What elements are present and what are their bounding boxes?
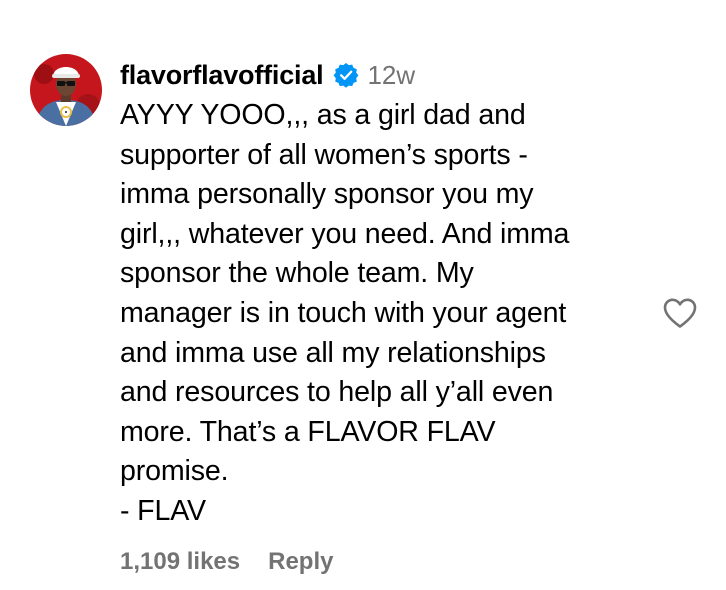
reply-button[interactable]: Reply <box>268 548 333 576</box>
avatar[interactable] <box>30 54 102 126</box>
comment-content: flavorflavofficial 12w AYYY YOOO,,, as a… <box>120 58 650 532</box>
verified-badge-icon <box>333 62 359 88</box>
likes-count[interactable]: 1,109 likes <box>120 548 240 576</box>
like-button[interactable] <box>662 297 698 329</box>
timestamp[interactable]: 12w <box>367 60 415 91</box>
heart-outline-icon <box>662 297 698 329</box>
comment-header: flavorflavofficial 12w <box>120 58 650 92</box>
username-link[interactable]: flavorflavofficial <box>120 60 324 91</box>
comment-text: AYYY YOOO,,, as a girl dad and supporter… <box>120 99 570 527</box>
comment: flavorflavofficial 12w AYYY YOOO,,, as a… <box>0 0 726 590</box>
comment-actions: 1,109 likes Reply <box>120 548 333 576</box>
